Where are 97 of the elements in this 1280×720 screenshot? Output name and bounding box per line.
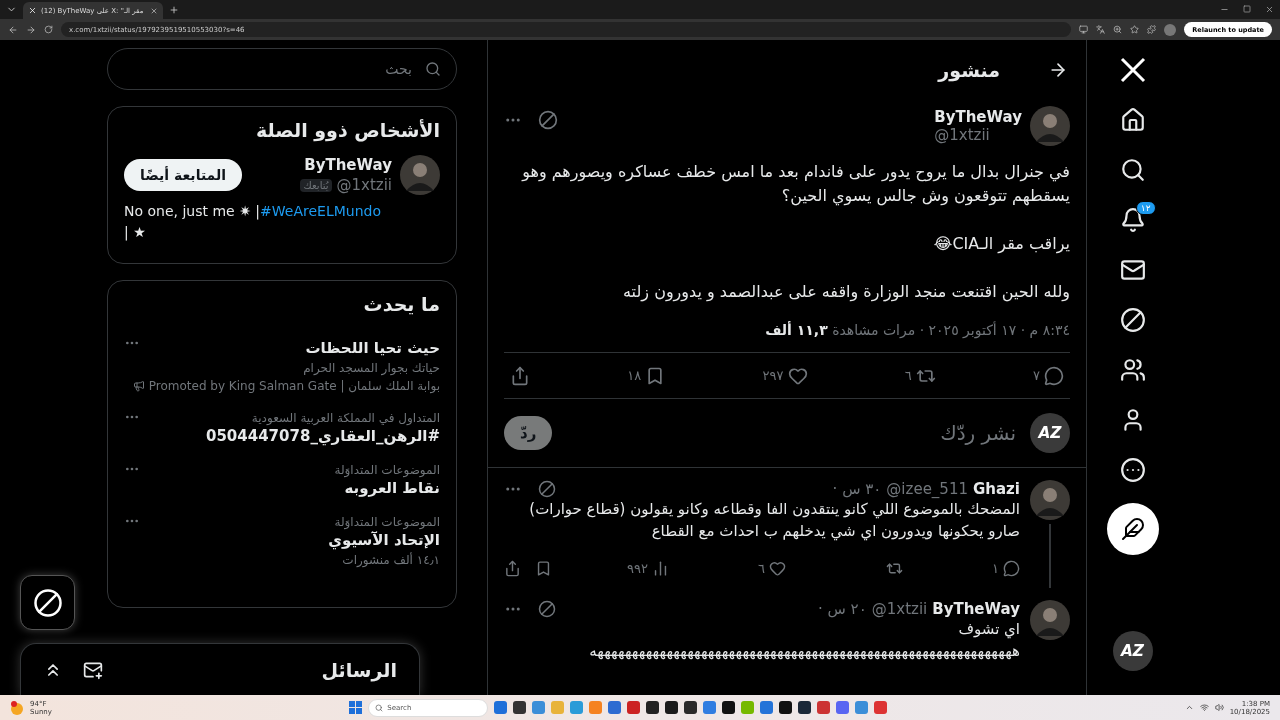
post-time: · ٢٠ س (817, 600, 867, 618)
action-count: ١ (992, 560, 999, 576)
grok-button[interactable] (20, 575, 75, 630)
search-icon (375, 703, 384, 712)
search-icon (425, 61, 441, 77)
heart-icon[interactable] (769, 559, 786, 577)
home-icon[interactable] (1119, 107, 1146, 133)
author-handle[interactable]: @izee_511 (886, 480, 968, 498)
reload-icon[interactable] (44, 25, 53, 34)
reply-icon[interactable] (1003, 559, 1020, 577)
action-count: ٢٩٧ (762, 368, 784, 383)
trend-context: المتداول في المملكة العربية السعودية (250, 411, 440, 425)
card-title: الأشخاص ذوو الصلة (255, 119, 440, 141)
avatar[interactable] (1030, 480, 1070, 520)
start-icon[interactable] (349, 701, 363, 714)
bookmark-icon[interactable] (535, 559, 552, 577)
author-name[interactable]: ByTheWay (932, 600, 1020, 618)
author-name[interactable]: Ghazi (973, 480, 1020, 498)
author-name[interactable]: ByTheWay (934, 108, 1022, 126)
bar-chart-icon[interactable] (652, 559, 669, 577)
account-logo[interactable]: AZ (1112, 631, 1153, 671)
avatar[interactable] (400, 155, 440, 195)
action-count: ١٨ (627, 368, 642, 383)
app-icon[interactable] (513, 701, 527, 714)
author-handle[interactable]: @1xtzii (934, 126, 1022, 144)
share-icon[interactable] (510, 365, 531, 386)
zoom-icon[interactable] (1113, 25, 1123, 34)
search-icon[interactable] (1119, 157, 1146, 183)
post-text: ولله الحين اقتنعت منجد الوزارة واقفه على عبدالصمد و يدورون زلته (622, 281, 1070, 304)
action-count: ٩٩٢ (627, 560, 648, 576)
trend-title[interactable]: حيث تحيا اللحظات (158, 339, 440, 357)
wifi-icon[interactable] (1199, 703, 1209, 712)
translate-icon[interactable] (1096, 25, 1106, 34)
page-title: منشور (938, 59, 1000, 81)
reply-text: هههههههههههههههههههههههههههههههههههههههههههههههههههههههههههههه (588, 641, 1020, 662)
action-count: ٧ (1033, 368, 1040, 383)
post-button[interactable] (1106, 503, 1159, 555)
reply-field[interactable]: نشر ردّك (564, 420, 1018, 446)
maximize-icon[interactable] (1243, 5, 1251, 13)
new-tab-icon[interactable] (169, 4, 179, 15)
extensions-icon[interactable] (1147, 25, 1157, 34)
author-name[interactable]: ByTheWay (299, 156, 392, 174)
user-bio: No one, just me ✷ |#WeAreELMundo | ★ (124, 202, 382, 243)
action-count: ٦ (758, 560, 765, 576)
communities-icon[interactable] (1119, 357, 1146, 383)
mail-icon[interactable] (1119, 257, 1146, 283)
app-icon[interactable] (722, 701, 736, 714)
trend-context: الموضوعات المتداوَلة (333, 463, 440, 477)
trend-title[interactable]: #الرهن_العقاري_0504447078 (158, 427, 440, 445)
app-icon[interactable] (798, 701, 812, 714)
post-time: · ٣٠ س (832, 480, 882, 498)
trend-count: ١٤٫١ ألف منشورات (341, 553, 440, 567)
promoted-icon (132, 380, 145, 392)
x-logo-icon (28, 6, 37, 15)
post-meta: ٨:٣٤ م · ١٧ أكتوبر ٢٠٢٥ · مرات مشاهدة ١١,٣ ألف (764, 322, 1070, 338)
volume-icon[interactable] (1214, 703, 1224, 712)
account-logo: AZ (1030, 413, 1070, 453)
hashtag-link[interactable]: #WeAreELMundo (260, 203, 381, 219)
share-icon[interactable] (504, 559, 521, 577)
weather-icon[interactable] (10, 700, 24, 715)
more-icon[interactable] (1119, 457, 1146, 483)
reply-text: اي تشوف (957, 619, 1020, 640)
post-text: في جنرال بدال ما يروح يدور على فاندام بعد ما امس خطف عساكره ويصورهم وهو يسقطهم تتوقعون وش جالس يسوي الحين؟ (520, 161, 1070, 208)
app-icon[interactable] (684, 701, 698, 714)
follow-back-button[interactable]: المتابعة أيضًا (124, 159, 243, 191)
tray-chevron-icon[interactable] (1184, 703, 1194, 712)
reply-text: المضحك بالموضوع اللي كانو ينتقدون الفا وقطاعه وكانو يقولون (قطاع حوارات) صارو يحكونها ويدورون اي شي يدخلهم ب احداث مع القطاع (528, 499, 1020, 542)
author-handle[interactable]: @1xtzii (871, 600, 928, 618)
messages-drawer[interactable]: الرسائل (20, 643, 420, 695)
heart-icon[interactable] (787, 365, 808, 386)
x-logo-icon[interactable] (1119, 57, 1146, 83)
close-icon[interactable] (1265, 5, 1274, 14)
author-handle[interactable]: @1xtzii (336, 176, 392, 194)
forward-icon[interactable] (26, 24, 36, 35)
app-icon[interactable] (665, 701, 679, 714)
cast-icon[interactable] (1079, 25, 1089, 34)
reply-icon[interactable] (1044, 365, 1064, 386)
feather-icon (1120, 517, 1145, 541)
promoted-label: بوابة الملك سلمان | Promoted by King Salman Gate (148, 379, 440, 393)
close-icon[interactable] (150, 6, 158, 15)
star-icon[interactable] (1130, 25, 1140, 34)
app-icon[interactable] (646, 701, 660, 714)
drawer-title: الرسائل (321, 658, 397, 681)
trend-title[interactable]: الإتحاد الآسيوي (158, 531, 440, 549)
search-field[interactable]: بحث (107, 48, 457, 90)
avatar[interactable] (1030, 600, 1070, 640)
post-text: يراقب مقر الـCIA😂 (932, 233, 1070, 256)
app-icon[interactable] (779, 701, 793, 714)
action-count: ٦ (904, 368, 912, 383)
trend-context: الموضوعات المتداوَلة (333, 515, 440, 529)
trend-subtitle: حياتك بجوار المسجد الحرام (302, 361, 440, 375)
trend-title[interactable]: نقاط العروبه (158, 479, 440, 497)
follows-you-badge: يُتابعك (299, 178, 333, 192)
notification-badge: ١٢ (1135, 201, 1156, 215)
card-title: ما يحدث (362, 293, 440, 315)
reply-button[interactable]: ردّ (504, 416, 553, 450)
avatar[interactable] (1030, 106, 1070, 146)
